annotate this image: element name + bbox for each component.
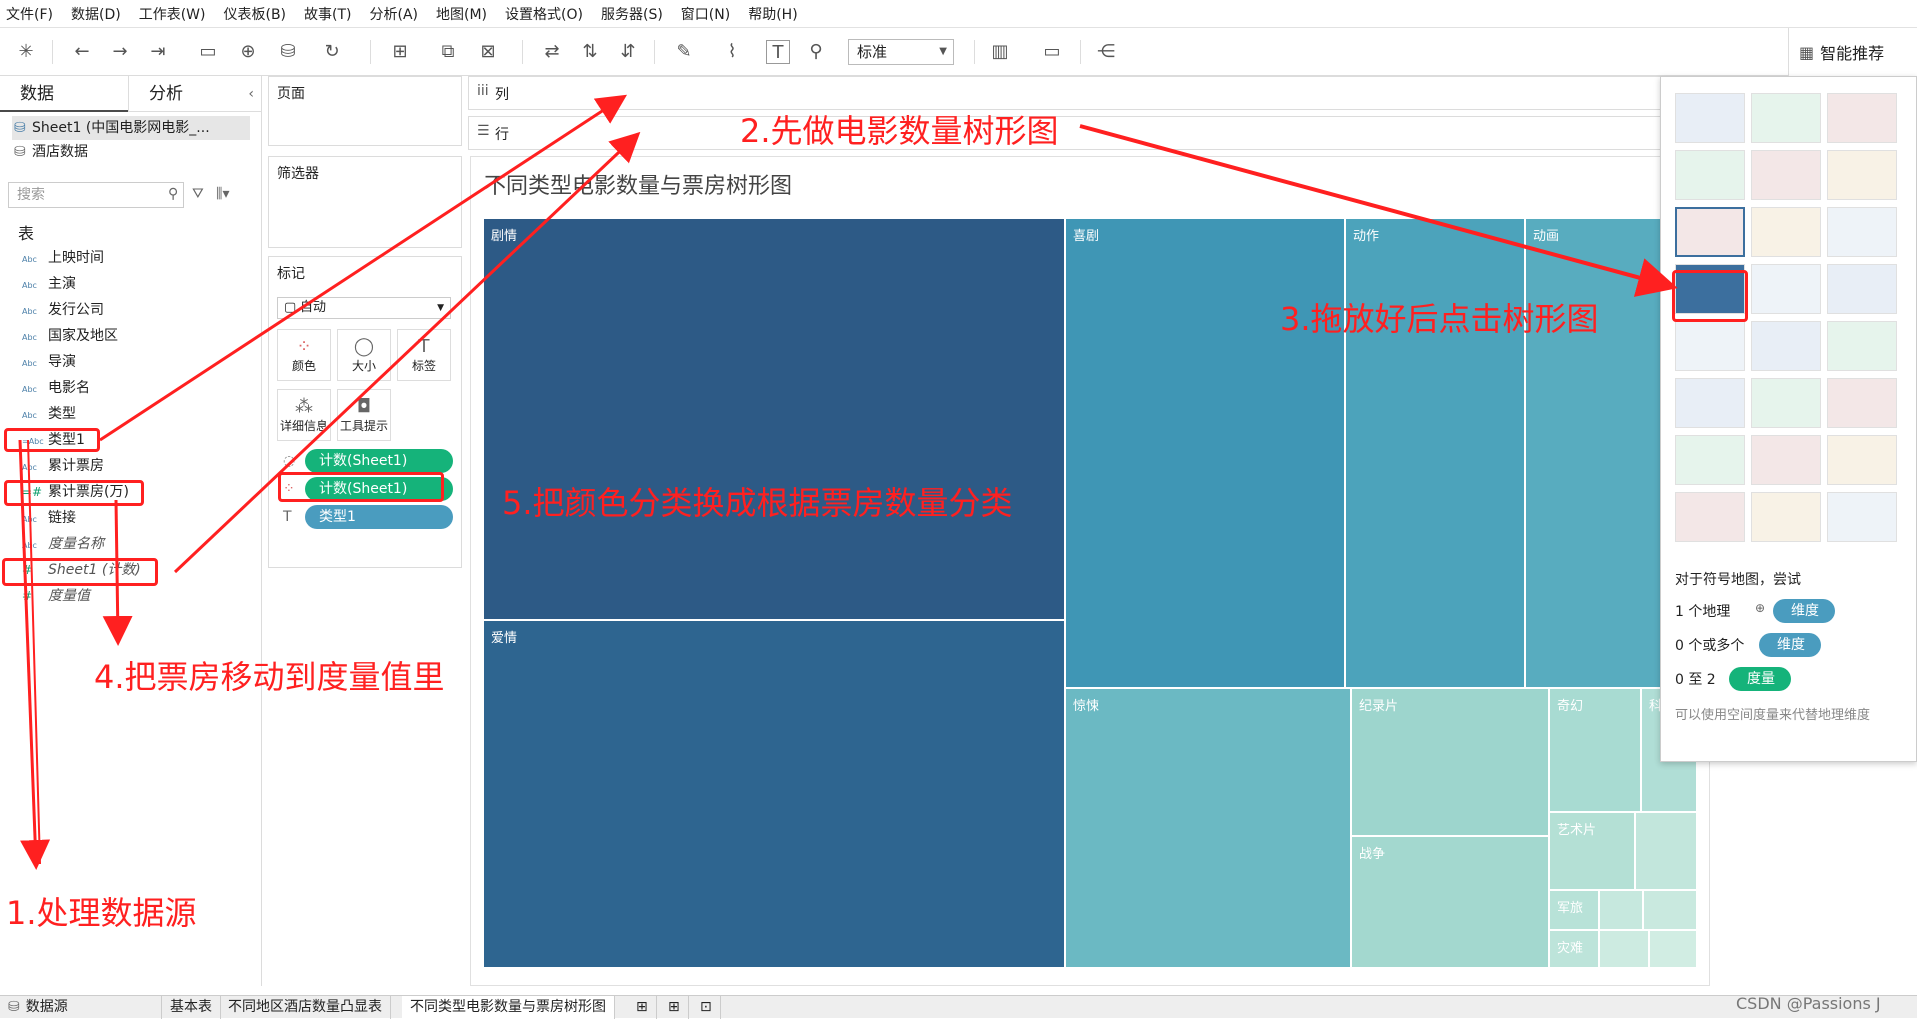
annotation-step1: 1.处理数据源: [6, 894, 197, 932]
annotation-step4: 4.把票房移动到度量值里: [94, 658, 445, 696]
annotation-step3: 3.拖放好后点击树形图: [1280, 300, 1599, 338]
annotation-step2: 2.先做电影数量树形图: [740, 112, 1059, 150]
annotation-step5: 5.把颜色分类换成根据票房数量分类: [502, 484, 1013, 522]
